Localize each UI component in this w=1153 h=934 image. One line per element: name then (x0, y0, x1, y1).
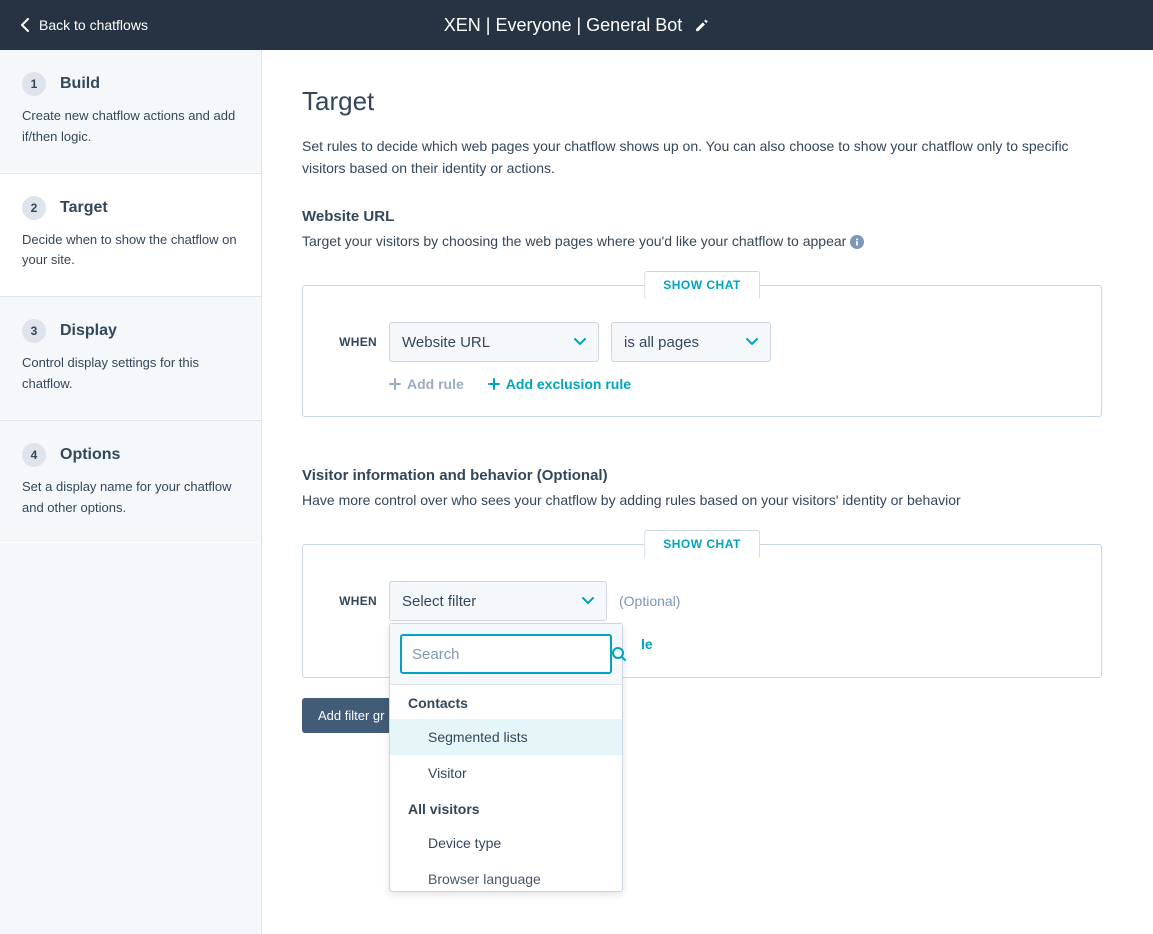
when-label: WHEN (333, 594, 377, 608)
step-number: 4 (22, 443, 46, 467)
show-chat-badge: SHOW CHAT (644, 271, 760, 299)
step-title: Target (60, 199, 108, 217)
step-desc: Set a display name for your chatflow and… (22, 477, 239, 519)
search-icon (611, 646, 627, 662)
topbar: Back to chatflows XEN | Everyone | Gener… (0, 0, 1153, 50)
optional-label: (Optional) (619, 593, 680, 609)
steps-sidebar: 1 Build Create new chatflow actions and … (0, 50, 262, 934)
dropdown-search[interactable] (400, 634, 612, 674)
page-desc: Set rules to decide which web pages your… (302, 135, 1102, 180)
url-field-value: Website URL (402, 334, 490, 351)
add-rule-label: Add rule (407, 376, 464, 392)
back-label: Back to chatflows (39, 17, 148, 33)
section-title-visitor: Visitor information and behavior (Option… (302, 467, 1102, 484)
main-content: Target Set rules to decide which web pag… (262, 50, 1142, 934)
chatflow-title-wrap: XEN | Everyone | General Bot (444, 15, 709, 36)
when-label: WHEN (333, 335, 377, 349)
dropdown-search-input[interactable] (412, 646, 611, 663)
step-target[interactable]: 2 Target Decide when to show the chatflo… (0, 173, 261, 297)
step-build[interactable]: 1 Build Create new chatflow actions and … (0, 50, 261, 173)
info-icon[interactable] (850, 235, 864, 249)
dropdown-item-segmented-lists[interactable]: Segmented lists (390, 719, 622, 755)
url-rules-box: SHOW CHAT WHEN Website URL is all pages (302, 285, 1102, 417)
step-display[interactable]: 3 Display Control display settings for t… (0, 296, 261, 420)
filter-select[interactable]: Select filter (389, 581, 607, 621)
step-desc: Decide when to show the chatflow on your… (22, 230, 239, 272)
dropdown-item-browser-language[interactable]: Browser language (390, 861, 622, 891)
filter-select-value: Select filter (402, 593, 476, 610)
step-options[interactable]: 4 Options Set a display name for your ch… (0, 420, 261, 544)
show-chat-badge: SHOW CHAT (644, 530, 760, 558)
url-condition-value: is all pages (624, 334, 699, 351)
partial-link[interactable]: le (641, 636, 653, 652)
section-desc-visitor: Have more control over who sees your cha… (302, 492, 1102, 508)
chatflow-title: XEN | Everyone | General Bot (444, 15, 682, 36)
dropdown-group-all-visitors: All visitors (390, 791, 622, 825)
filter-dropdown: Contacts Segmented lists Visitor All vis… (389, 623, 623, 892)
plus-icon (488, 378, 500, 390)
url-field-select[interactable]: Website URL (389, 322, 599, 362)
back-to-chatflows-link[interactable]: Back to chatflows (20, 17, 148, 33)
url-condition-select[interactable]: is all pages (611, 322, 771, 362)
add-exclusion-label: Add exclusion rule (506, 376, 631, 392)
visitor-rules-box: SHOW CHAT WHEN Select filter (302, 544, 1102, 678)
step-desc: Control display settings for this chatfl… (22, 353, 239, 395)
step-title: Build (60, 75, 100, 93)
add-exclusion-button[interactable]: Add exclusion rule (488, 376, 631, 392)
step-title: Options (60, 446, 120, 464)
dropdown-item-device-type[interactable]: Device type (390, 825, 622, 861)
step-number: 3 (22, 319, 46, 343)
section-title-url: Website URL (302, 208, 1102, 225)
chevron-down-icon (746, 338, 758, 346)
step-number: 1 (22, 72, 46, 96)
step-desc: Create new chatflow actions and add if/t… (22, 106, 239, 148)
plus-icon (389, 378, 401, 390)
step-number: 2 (22, 196, 46, 220)
add-rule-button[interactable]: Add rule (389, 376, 464, 392)
step-title: Display (60, 322, 117, 340)
dropdown-group-contacts: Contacts (390, 685, 622, 719)
edit-title-icon[interactable] (694, 18, 709, 33)
chevron-down-icon (574, 338, 586, 346)
chevron-down-icon (582, 597, 594, 605)
chevron-left-icon (20, 18, 29, 32)
page-title: Target (302, 86, 1102, 117)
dropdown-item-visitor[interactable]: Visitor (390, 755, 622, 791)
section-desc-url: Target your visitors by choosing the web… (302, 233, 1102, 249)
add-filter-group-button[interactable]: Add filter gr (302, 698, 400, 733)
